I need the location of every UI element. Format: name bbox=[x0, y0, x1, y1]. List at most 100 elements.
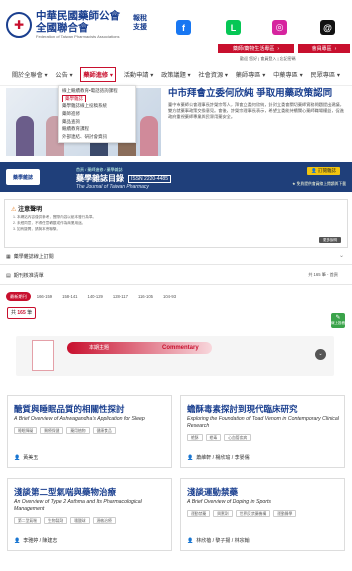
tax-support-line1: 報稅 bbox=[133, 15, 147, 22]
article-tags: 蟾酥 蟾毒 心血管疾病 bbox=[187, 434, 252, 441]
article-title[interactable]: 醣質與睡眠品質的相關性探討 bbox=[14, 403, 125, 415]
subscribe-button[interactable]: 👤 訂閱雜誌 bbox=[307, 167, 340, 175]
login-links[interactable]: 歡迎 您好 | 會員登入 | 忘記密碼 bbox=[240, 56, 296, 62]
dropdown-item[interactable]: 藥品查詢 bbox=[62, 118, 132, 126]
dropdown-item-label: 藥學雜誌 bbox=[62, 94, 86, 103]
dropdown-item[interactable]: 藥師進修 bbox=[62, 110, 132, 118]
tag[interactable]: 醫療保健 bbox=[40, 427, 64, 434]
total-issues-badge[interactable]: 共 165 筆 bbox=[7, 307, 37, 319]
commentary-banner[interactable]: 本期主題 Commentary ⌄ bbox=[16, 336, 334, 376]
nav-item[interactable]: 關於全聯會 ▾ bbox=[12, 70, 48, 79]
notice-heading: ⚠ 注意聲明 bbox=[11, 204, 42, 213]
tag[interactable]: 運動禁藥 bbox=[187, 510, 211, 517]
issues-section-title: ▤ 期刊核准清單 bbox=[6, 272, 44, 280]
article-title[interactable]: 淺談第二型氣喘與藥物治療 bbox=[14, 486, 116, 498]
dropdown-item[interactable]: 藥學雜誌線上投稿系統 bbox=[62, 102, 132, 110]
news-panel: 中市拜會立委何欣純 爭取用藥政策認同 臺中市藥師公會理事長許榮宗等人，拜會立委何… bbox=[168, 88, 348, 120]
page-title-text: 藥學雜誌目錄 bbox=[76, 174, 124, 183]
tag[interactable]: 藥用植物 bbox=[66, 427, 90, 434]
facebook-icon[interactable]: f bbox=[176, 20, 191, 35]
pharmacist-zone-label: 藥師/藥物生活專區 bbox=[232, 46, 275, 52]
article-tags: 第二型氣喘 生物製劑 嗜酸球 過敏治療 bbox=[14, 517, 116, 524]
authors-text: 李雅婷 / 陳建志 bbox=[23, 538, 58, 544]
article-authors: 👤 蕭維軒 / 楊欣瑜 / 李晏儒 bbox=[187, 454, 250, 462]
news-title[interactable]: 中市拜會立委何欣純 爭取用藥政策認同 bbox=[168, 88, 348, 99]
subscribe-label: 訂閱雜誌 bbox=[318, 168, 336, 173]
warning-icon: ⚠ bbox=[11, 207, 17, 213]
tag[interactable]: 嗜酸球 bbox=[70, 517, 90, 524]
news-body: 臺中市藥師公會理事長許榮宗等人，拜會立委何欣純，針對立委會關切藥師實務問題提出建… bbox=[168, 102, 344, 119]
tag[interactable]: 運動醫學 bbox=[273, 510, 297, 517]
article-title[interactable]: 蟾酥毒素探討到現代臨床研究 bbox=[187, 403, 298, 415]
tag[interactable]: 健康食品 bbox=[92, 427, 116, 434]
pharmacist-zone-button[interactable]: 藥師/藥物生活專區 › bbox=[218, 44, 294, 53]
authors-text: 蕭維軒 / 楊欣瑜 / 李晏儒 bbox=[196, 455, 250, 461]
chevron-down-icon[interactable]: ⌄ bbox=[339, 252, 344, 259]
nav-item[interactable]: 社會資源 ▾ bbox=[198, 70, 228, 79]
tag[interactable]: 睡眠障礙 bbox=[14, 427, 38, 434]
issue-tab[interactable]: 158-141 bbox=[58, 292, 81, 301]
nav-item[interactable]: 公告 ▾ bbox=[55, 70, 72, 79]
tag[interactable]: 第二型氣喘 bbox=[14, 517, 41, 524]
journal-title-bar: 藥學雜誌 首頁 / 藥師進修 / 藥學雜誌 藥學雜誌目錄 ISSN 2220-44… bbox=[0, 162, 352, 192]
dropdown-item[interactable]: 繼續教育課程 bbox=[62, 125, 132, 133]
total-suffix: 筆 bbox=[27, 310, 33, 316]
tag[interactable]: 蟾酥 bbox=[187, 434, 203, 441]
article-card[interactable]: 淺談運動禁藥 A Brief Overview of Doping in Spor… bbox=[180, 478, 345, 551]
tag[interactable]: 興奮劑 bbox=[213, 510, 233, 517]
article-title-en: A Brief Overview of Doping in Sports bbox=[187, 499, 271, 505]
nav-item[interactable]: 民眾專區 ▾ bbox=[310, 70, 340, 79]
tag[interactable]: 心血管疾病 bbox=[224, 434, 252, 441]
nav-item[interactable]: 藥師進修 ▾ bbox=[80, 67, 116, 82]
site-header: ✚ 中華民國藥師公會 全國聯合會 Federation of Taiwan Ph… bbox=[0, 0, 352, 62]
member-zone-button[interactable]: 會員專區 › bbox=[298, 44, 350, 53]
line-icon[interactable]: L bbox=[226, 20, 241, 35]
dropdown-item[interactable]: 線上繼續教育•電話諮詢課程 bbox=[62, 87, 132, 95]
issue-tab[interactable]: 166-159 bbox=[33, 292, 56, 301]
article-authors: 👤 李雅婷 / 陳建志 bbox=[14, 537, 58, 545]
subscription-section-toggle[interactable]: ▦ 藥學雜誌線上訂閱 bbox=[6, 253, 54, 261]
more-button[interactable]: 更多說明 bbox=[319, 237, 341, 243]
issues-section-label: 期刊核准清單 bbox=[13, 273, 44, 279]
online-submit-button[interactable]: ✎ 線上投稿 bbox=[331, 313, 345, 328]
article-card[interactable]: 蟾酥毒素探討到現代臨床研究 Exploring the Foundation of… bbox=[180, 395, 345, 468]
member-zone-label: 會員專區 bbox=[311, 46, 332, 52]
issue-tab[interactable]: 最新期刊 bbox=[6, 292, 31, 301]
tag[interactable]: 世界反禁藥機構 bbox=[235, 510, 271, 517]
issue-tab[interactable]: 128-117 bbox=[109, 292, 132, 301]
member-note: ★ 免費提供會員線上閱讀與下載 bbox=[292, 182, 346, 186]
journal-logo: 藥學雜誌 bbox=[6, 169, 40, 185]
chevron-down-icon[interactable]: ⌄ bbox=[315, 349, 326, 360]
notice-box: ⚠ 注意聲明 1. 本網站內容僅供參考，實際內容以紙本發行為準。 2. 未經同意… bbox=[4, 199, 348, 248]
issue-tab[interactable]: 104-93 bbox=[159, 292, 180, 301]
org-name-line2: 全國聯合會 bbox=[36, 22, 89, 34]
article-title[interactable]: 淺談運動禁藥 bbox=[187, 486, 238, 498]
dropdown-item[interactable]: 外部連結、研討會資訊 bbox=[62, 133, 132, 141]
issue-range-tabs: 最新期刊 166-159 158-141 140-129 128-117 116-105 1… bbox=[6, 292, 180, 301]
article-authors: 👤 黃美玉 bbox=[14, 454, 39, 462]
issue-tab[interactable]: 116-105 bbox=[134, 292, 157, 301]
article-card[interactable]: 淺談第二型氣喘與藥物治療 An Overview of Type 2 Asthma… bbox=[7, 478, 172, 551]
nav-item[interactable]: 藥師專區 ▾ bbox=[236, 70, 266, 79]
tag[interactable]: 過敏治療 bbox=[92, 517, 116, 524]
tag[interactable]: 蟾毒 bbox=[205, 434, 222, 441]
issue-tab[interactable]: 140-129 bbox=[84, 292, 107, 301]
nav-item[interactable]: 活動申請 ▾ bbox=[124, 70, 154, 79]
nav-item[interactable]: 政策議題 ▾ bbox=[161, 70, 191, 79]
authors-text: 黃美玉 bbox=[23, 455, 39, 461]
org-name-line1: 中華民國藥師公會 bbox=[36, 10, 120, 22]
tax-support-link[interactable]: 報稅 支援 bbox=[133, 14, 147, 32]
dropdown-item[interactable]: 藥學雜誌 bbox=[62, 94, 132, 103]
notice-line: 3. 如有疑問，請與本會聯繫。 bbox=[13, 227, 61, 231]
tax-support-line2: 支援 bbox=[133, 24, 147, 31]
threads-icon[interactable]: @ bbox=[320, 20, 335, 35]
author-icon: 👤 bbox=[187, 454, 194, 461]
instagram-icon[interactable]: ◎ bbox=[272, 20, 287, 35]
site-logo[interactable]: ✚ 中華民國藥師公會 全國聯合會 Federation of Taiwan Ph… bbox=[6, 10, 120, 39]
photo-person bbox=[16, 116, 34, 156]
article-card[interactable]: 醣質與睡眠品質的相關性探討 A Brief Overview of Ashwaga… bbox=[7, 395, 172, 468]
list-icon: ▦ bbox=[6, 253, 11, 260]
article-tags: 睡眠障礙 醫療保健 藥用植物 健康食品 bbox=[14, 427, 116, 434]
nav-item[interactable]: 中藥專區 ▾ bbox=[273, 70, 303, 79]
tag[interactable]: 生物製劑 bbox=[43, 517, 68, 524]
